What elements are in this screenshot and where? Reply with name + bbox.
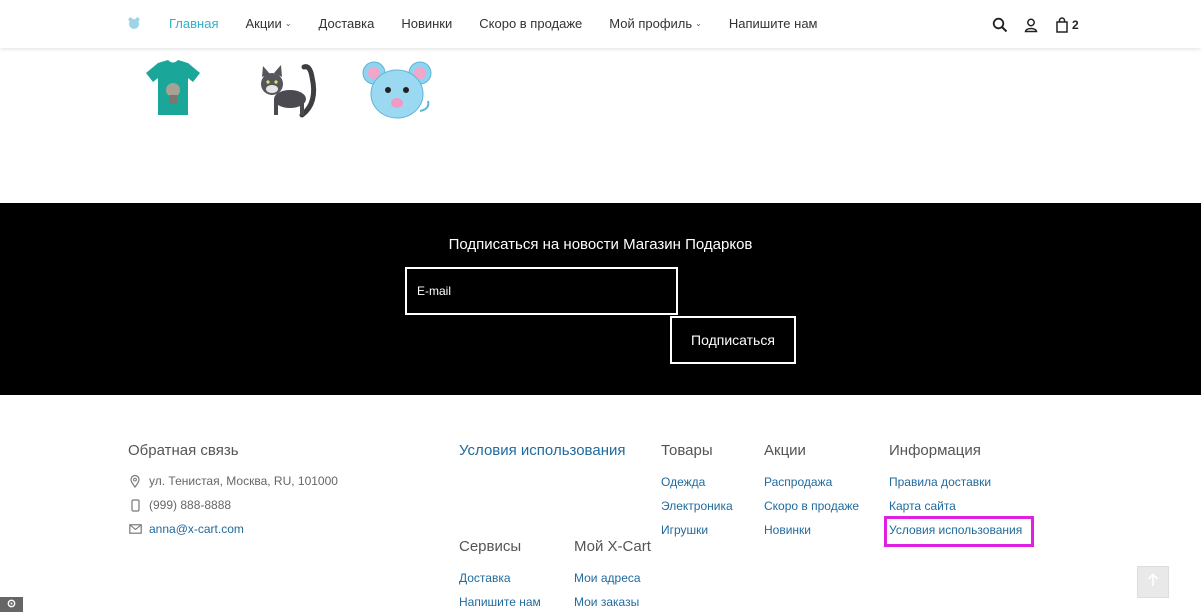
product-thumbnail-mouse[interactable]	[362, 57, 432, 123]
arrow-up-icon	[1147, 572, 1159, 592]
contact-title: Обратная связь	[128, 442, 239, 459]
footer-link-delivery[interactable]: Доставка	[459, 571, 511, 585]
footer-link-contact[interactable]: Напишите нам	[459, 595, 541, 609]
address-text: ул. Тенистая, Москва, RU, 101000	[149, 474, 338, 488]
footer-link-new[interactable]: Новинки	[764, 523, 811, 537]
footer-link-toys[interactable]: Игрушки	[661, 523, 708, 537]
footer-link-sitemap[interactable]: Карта сайта	[889, 499, 956, 513]
chevron-down-icon: ⌄	[284, 19, 292, 28]
nav-item-promos[interactable]: Акции ⌄	[245, 16, 291, 31]
contact-email: anna@x-cart.com	[128, 522, 244, 536]
email-link[interactable]: anna@x-cart.com	[149, 522, 244, 536]
cart-icon[interactable]	[1053, 16, 1071, 34]
promos-title: Акции	[764, 442, 806, 459]
email-field[interactable]	[405, 267, 678, 315]
nav-item-profile[interactable]: Мой профиль ⌄	[609, 16, 702, 31]
chevron-down-icon: ⌄	[695, 19, 702, 28]
product-thumbnail-tshirt[interactable]	[140, 57, 210, 123]
contact-address: ул. Тенистая, Москва, RU, 101000	[128, 474, 338, 488]
footer-link-clothing[interactable]: Одежда	[661, 475, 705, 489]
phone-icon	[128, 498, 142, 512]
search-icon[interactable]	[991, 16, 1009, 34]
user-icon[interactable]	[1022, 16, 1040, 34]
nav-item-home[interactable]: Главная	[169, 16, 218, 31]
nav-item-delivery[interactable]: Доставка	[319, 16, 375, 31]
footer-link-shipping-rules[interactable]: Правила доставки	[889, 475, 991, 489]
terms-of-use-heading-link[interactable]: Условия использования	[459, 442, 626, 459]
site-header: Главная Акции ⌄ Доставка Новинки Скоро в …	[0, 0, 1201, 48]
footer-link-my-addresses[interactable]: Мои адреса	[574, 571, 641, 585]
logo-icon[interactable]	[128, 17, 140, 30]
header-actions: 2	[991, 16, 1079, 34]
cart-count-badge: 2	[1072, 18, 1079, 32]
subscribe-button[interactable]: Подписаться	[670, 316, 796, 364]
footer-link-my-orders[interactable]: Мои заказы	[574, 595, 639, 609]
products-title: Товары	[661, 442, 713, 459]
newsletter-title: Подписаться на новости Магазин Подарков	[448, 236, 753, 253]
services-title: Сервисы	[459, 538, 522, 555]
settings-button[interactable]	[0, 597, 23, 612]
footer-link-sale[interactable]: Распродажа	[764, 475, 832, 489]
main-nav: Главная Акции ⌄ Доставка Новинки Скоро в …	[169, 16, 844, 31]
nav-item-coming-soon[interactable]: Скоро в продаже	[479, 16, 582, 31]
envelope-icon	[128, 524, 142, 534]
scroll-to-top-button[interactable]	[1137, 566, 1169, 598]
footer-link-coming-soon[interactable]: Скоро в продаже	[764, 499, 859, 513]
location-pin-icon	[128, 474, 142, 488]
phone-text: (999) 888-8888	[149, 498, 232, 512]
contact-phone: (999) 888-8888	[128, 498, 231, 512]
highlight-box	[884, 516, 1034, 547]
product-thumbnail-cat[interactable]	[252, 57, 322, 123]
myxcart-title: Мой X-Cart	[574, 538, 651, 555]
gear-icon	[6, 596, 17, 612]
footer-link-electronics[interactable]: Электроника	[661, 499, 733, 513]
nav-item-new[interactable]: Новинки	[401, 16, 452, 31]
newsletter-section: Подписаться на новости Магазин Подарков …	[0, 203, 1201, 395]
nav-item-contact[interactable]: Напишите нам	[729, 16, 818, 31]
info-title: Информация	[889, 442, 981, 459]
